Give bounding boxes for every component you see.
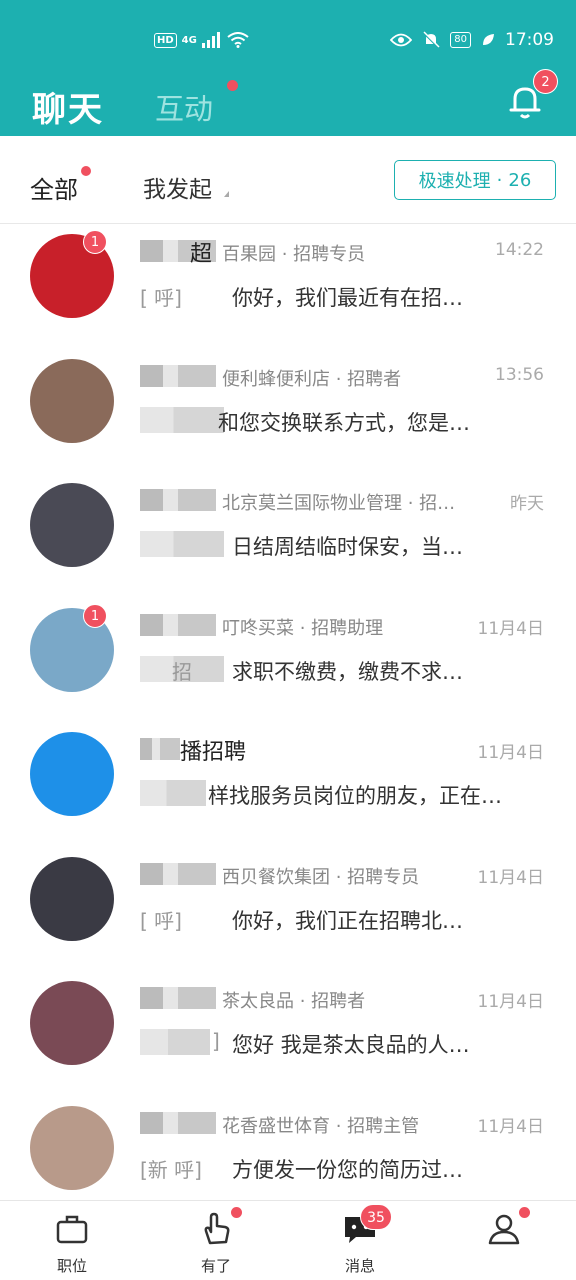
- avatar: [30, 358, 114, 443]
- message-time: 11月4日: [477, 867, 544, 888]
- contact-meta: 便利蜂便利店 · 招聘者: [222, 368, 402, 390]
- eye-icon: [390, 33, 413, 47]
- message-time: 昨天: [510, 494, 544, 514]
- contact-meta: 花香盛世体育 · 招聘主管: [222, 1115, 420, 1137]
- nav-messages-label: 消息: [344, 1257, 375, 1275]
- message-item[interactable]: 北京莫兰国际物业管理 · 招… 昨天 日结周结临时保安，当…: [0, 473, 576, 598]
- name-redacted: [140, 489, 216, 511]
- nav-jobs[interactable]: 职位: [27, 1209, 117, 1276]
- avatar: [30, 981, 114, 1065]
- name-redacted: [140, 613, 216, 636]
- message-item[interactable]: 便利蜂便利店 · 招聘者 13:56 和您交换联系方式，您是…: [0, 349, 576, 474]
- status-right: 80 17:09: [390, 30, 554, 50]
- contact-meta: 百果园 · 招聘专员: [222, 244, 366, 265]
- contact-meta: 茶太良品 · 招聘者: [222, 991, 366, 1012]
- quick-process-sep: ·: [496, 169, 503, 191]
- hand-icon: [204, 1212, 230, 1245]
- name-redacted: [140, 738, 180, 760]
- quick-process-button[interactable]: 极速处理 · 26: [394, 160, 556, 200]
- message-preview: 求职不缴费，缴费不求…: [232, 659, 463, 684]
- name-redacted: [140, 987, 216, 1009]
- contact-meta: 西贝餐饮集团 · 招聘专员: [222, 866, 420, 888]
- tab-chat[interactable]: 聊天: [32, 82, 104, 131]
- clock: 17:09: [505, 30, 554, 50]
- message-preview: 样找服务员岗位的朋友，正在…: [208, 784, 502, 808]
- unread-badge: 1: [83, 603, 107, 628]
- message-prefix: [ 呼]: [140, 286, 182, 310]
- avatar: [30, 483, 114, 567]
- message-item[interactable]: 西贝餐饮集团 · 招聘专员 11月4日 [ 呼] 你好，我们正在招聘北…: [0, 847, 576, 972]
- message-preview: 日结周结临时保安，当…: [232, 535, 463, 559]
- nav-profile-dot: [519, 1207, 530, 1218]
- name-redacted: [140, 1111, 216, 1134]
- message-list: 1 超 百果园 · 招聘专员 14:22 [ 呼] 你好，我们最近有在招… 便利…: [0, 224, 576, 1220]
- message-item[interactable]: 播招聘 11月4日 样找服务员岗位的朋友，正在…: [0, 722, 576, 847]
- name-redacted: [140, 862, 216, 885]
- battery-icon: 80: [450, 32, 471, 48]
- signal-icon: [201, 32, 220, 48]
- filter-mine[interactable]: 我发起: [143, 170, 212, 204]
- message-preview: 和您交换联系方式，您是…: [218, 410, 470, 435]
- avatar: [30, 856, 114, 941]
- signal-group: HD 4G: [154, 32, 249, 48]
- avatar: [30, 1105, 114, 1190]
- filter-bar: 全部 我发起 极速处理 · 26: [0, 136, 576, 224]
- message-redacted: [140, 531, 224, 557]
- message-time: 11月4日: [477, 743, 544, 763]
- leaf-icon: [483, 34, 494, 45]
- message-time: 11月4日: [477, 1116, 544, 1137]
- message-time: 11月4日: [477, 618, 544, 639]
- filter-all-dot: [81, 166, 91, 176]
- nav-profile[interactable]: [459, 1209, 549, 1255]
- message-prefix: 招: [172, 659, 192, 684]
- message-preview: 你好，我们最近有在招…: [232, 286, 463, 310]
- briefcase-icon: [56, 1215, 88, 1244]
- tab-interaction[interactable]: 互动: [155, 86, 213, 128]
- message-time: 11月4日: [477, 992, 544, 1012]
- bottom-nav: 职位 有了 消息: [0, 1200, 576, 1280]
- nav-youle-dot: [231, 1207, 242, 1218]
- message-prefix: [新 呼]: [140, 1157, 202, 1182]
- message-item[interactable]: 1 超 百果园 · 招聘专员 14:22 [ 呼] 你好，我们最近有在招…: [0, 224, 576, 349]
- app-header: HD 4G 80 17:09 聊天 互动 2: [0, 0, 576, 136]
- status-bar: HD 4G 80 17:09: [0, 0, 576, 86]
- contact-meta: 北京莫兰国际物业管理 · 招…: [222, 493, 456, 514]
- message-time: 13:56: [495, 364, 544, 385]
- mute-bell-icon: [423, 31, 440, 48]
- message-redacted: [140, 1029, 210, 1055]
- avatar: [30, 732, 114, 816]
- message-item[interactable]: 1 叮咚买菜 · 招聘助理 11月4日 招 求职不缴费，缴费不求…: [0, 598, 576, 723]
- message-item[interactable]: 茶太良品 · 招聘者 11月4日 ] 您好 我是茶太良品的人…: [0, 971, 576, 1096]
- nav-youle-label: 有了: [200, 1257, 231, 1275]
- filter-mine-arrow-icon: [224, 191, 229, 197]
- bell-badge: 2: [533, 69, 558, 94]
- interaction-dot: [227, 80, 238, 91]
- hd-icon: HD: [154, 32, 177, 48]
- wifi-icon: [227, 32, 249, 48]
- message-redacted: [140, 780, 206, 806]
- network-type: 4G: [181, 34, 197, 46]
- filter-all[interactable]: 全部: [30, 170, 78, 205]
- messages-badge: 35: [360, 1204, 392, 1230]
- contact-meta: 叮咚买菜 · 招聘助理: [222, 617, 384, 639]
- message-time: 14:22: [495, 240, 544, 260]
- quick-process-label: 极速处理: [418, 171, 491, 192]
- nav-jobs-label: 职位: [56, 1257, 87, 1275]
- message-preview: 您好 我是茶太良品的人…: [232, 1033, 470, 1057]
- message-preview: 你好，我们正在招聘北…: [232, 908, 463, 933]
- unread-badge: 1: [83, 230, 107, 254]
- quick-process-count: 26: [508, 169, 532, 191]
- message-preview: 方便发一份您的简历过…: [232, 1157, 463, 1182]
- message-redacted: [140, 406, 224, 433]
- message-prefix: [ 呼]: [140, 908, 182, 933]
- message-prefix: ]: [212, 1029, 220, 1053]
- person-icon: [488, 1214, 520, 1245]
- name-redacted: [140, 364, 216, 387]
- contact-name: 播招聘: [180, 740, 247, 765]
- contact-name: 超: [190, 242, 213, 267]
- nav-youle[interactable]: 有了: [171, 1209, 261, 1276]
